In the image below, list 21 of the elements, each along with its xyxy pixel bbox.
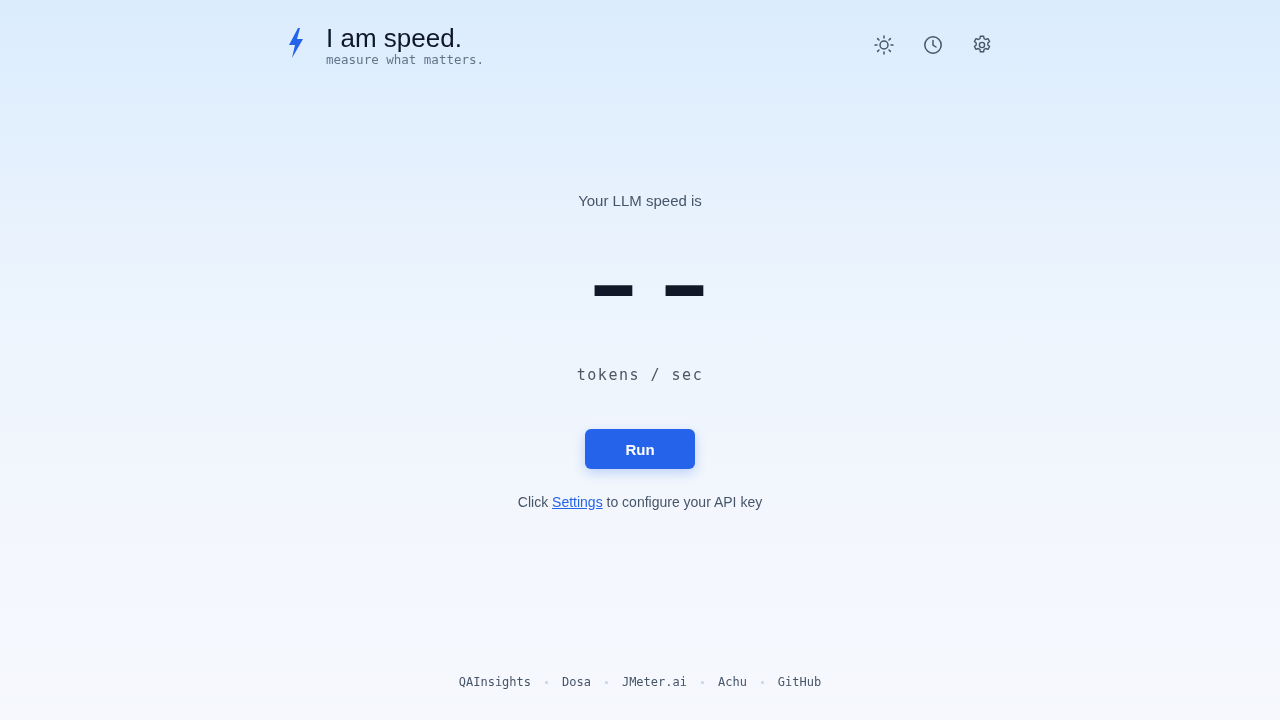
separator-dot-icon	[545, 680, 548, 684]
settings-link[interactable]: Settings	[552, 494, 603, 510]
clock-icon	[923, 34, 943, 55]
speed-unit: tokens / sec	[576, 365, 704, 385]
run-button[interactable]: Run	[585, 429, 695, 469]
footer-link[interactable]: Achu	[717, 675, 747, 689]
footer-link[interactable]: JMeter.ai	[621, 675, 687, 689]
app-title: I am speed.	[326, 22, 463, 54]
settings-hint: Click Settings to configure your API key	[517, 493, 763, 511]
sun-icon	[874, 34, 894, 55]
footer-link[interactable]: GitHub	[777, 675, 822, 689]
separator-dot-icon	[760, 680, 764, 684]
separator-dot-icon	[700, 680, 704, 684]
app-tagline: measure what matters.	[326, 53, 485, 67]
speed-label: Your LLM speed is	[578, 192, 702, 210]
footer-link[interactable]: Dosa	[562, 675, 591, 689]
speed-value: --	[572, 245, 716, 335]
settings-icon	[972, 34, 992, 55]
footer-link[interactable]: QAInsights	[458, 675, 531, 689]
separator-dot-icon	[604, 680, 608, 684]
lightning-bolt-icon	[288, 27, 304, 58]
